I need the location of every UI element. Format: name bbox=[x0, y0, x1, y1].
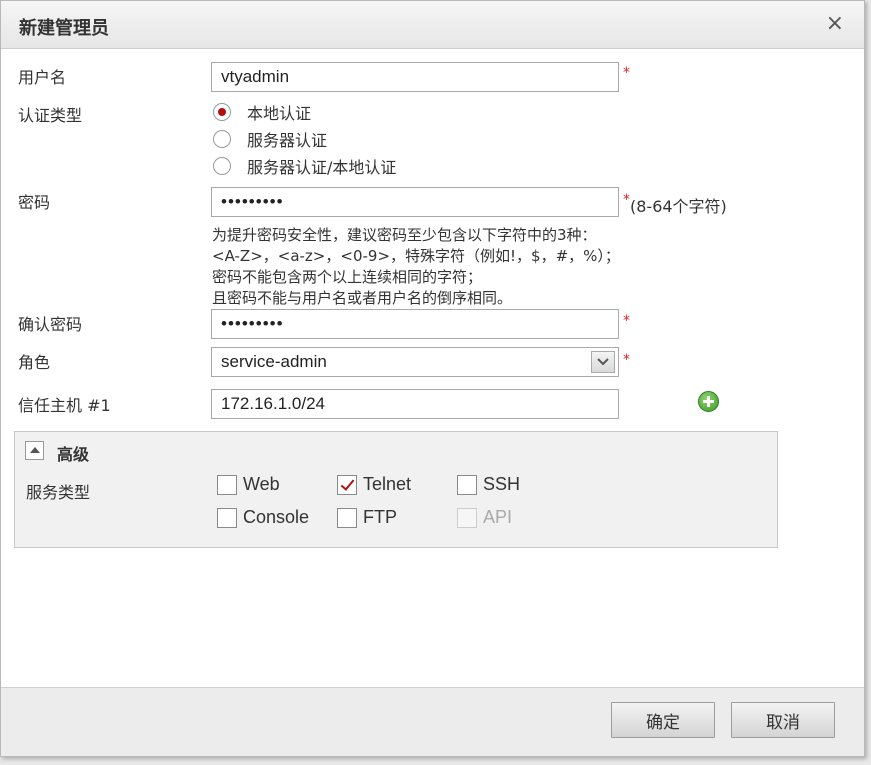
username-required-mark: * bbox=[623, 65, 630, 81]
dialog-footer: 确定 取消 bbox=[1, 688, 864, 756]
service-ssh-checkbox[interactable]: SSH bbox=[457, 474, 520, 495]
service-label: Console bbox=[243, 507, 310, 527]
role-select[interactable]: service-admin bbox=[211, 347, 619, 377]
radio-button[interactable] bbox=[213, 130, 231, 148]
auth-radio-local[interactable]: 本地认证 bbox=[213, 100, 311, 124]
role-select-value: service-admin bbox=[221, 352, 327, 371]
role-label: 角色 bbox=[18, 353, 51, 372]
service-label: API bbox=[483, 507, 513, 527]
confirm-password-required-mark: * bbox=[623, 313, 630, 329]
service-label: FTP bbox=[363, 507, 397, 527]
dialog-title: 新建管理员 bbox=[19, 18, 109, 39]
hint-line: 且密码不能与用户名或者用户名的倒序相同。 bbox=[212, 289, 513, 307]
advanced-section: 高级 服务类型 Web Telnet SSH Console FTP API bbox=[14, 431, 778, 548]
checkbox[interactable] bbox=[217, 507, 237, 528]
radio-button[interactable] bbox=[213, 157, 231, 175]
service-type-label: 服务类型 bbox=[26, 483, 91, 502]
hint-line: <A-Z>，<a-z>，<0-9>，特殊字符（例如!，$，#，%）； bbox=[212, 247, 620, 265]
dialog-body: 用户名 vtyadmin * 认证类型 本地认证 服务器认证 服务器认证/本地认… bbox=[1, 49, 864, 688]
advanced-title: 高级 bbox=[57, 445, 90, 464]
auth-option-label: 本地认证 bbox=[247, 104, 312, 123]
ok-button[interactable]: 确定 bbox=[611, 702, 715, 738]
new-admin-dialog: 新建管理员 × 用户名 vtyadmin * 认证类型 本地认证 服务器认证 服… bbox=[0, 0, 865, 757]
radio-button-checked[interactable] bbox=[213, 103, 231, 121]
auth-option-label: 服务器认证/本地认证 bbox=[247, 158, 397, 177]
password-label: 密码 bbox=[18, 193, 51, 212]
checkbox[interactable] bbox=[217, 474, 237, 495]
service-telnet-checkbox[interactable]: Telnet bbox=[337, 474, 411, 495]
collapse-up-icon[interactable] bbox=[25, 441, 44, 460]
service-label: Telnet bbox=[363, 474, 412, 494]
service-label: Web bbox=[243, 474, 280, 494]
confirm-password-input[interactable]: ••••••••• bbox=[211, 309, 619, 339]
trusted-host-label: 信任主机 #1 bbox=[18, 396, 111, 415]
hint-line: 密码不能包含两个以上连续相同的字符； bbox=[212, 268, 483, 286]
password-required-mark: * bbox=[623, 192, 630, 208]
auth-radio-server[interactable]: 服务器认证 bbox=[213, 127, 327, 151]
close-icon[interactable]: × bbox=[826, 12, 844, 36]
role-required-mark: * bbox=[623, 352, 630, 368]
cancel-button[interactable]: 取消 bbox=[731, 702, 835, 738]
password-input[interactable]: ••••••••• bbox=[211, 187, 619, 217]
service-api-checkbox: API bbox=[457, 507, 512, 528]
chevron-down-icon[interactable] bbox=[591, 351, 615, 373]
password-hint: 为提升密码安全性，建议密码至少包含以下字符中的3种： <A-Z>，<a-z>，<… bbox=[212, 225, 620, 309]
username-input[interactable]: vtyadmin bbox=[211, 62, 619, 92]
checkbox[interactable] bbox=[337, 507, 357, 528]
checkbox-disabled bbox=[457, 507, 477, 528]
hint-line: 为提升密码安全性，建议密码至少包含以下字符中的3种： bbox=[212, 226, 597, 244]
password-length-hint: (8-64个字符) bbox=[630, 197, 727, 216]
checkbox-checked[interactable] bbox=[337, 474, 357, 495]
service-web-checkbox[interactable]: Web bbox=[217, 474, 280, 495]
auth-radio-server-local[interactable]: 服务器认证/本地认证 bbox=[213, 154, 396, 178]
dialog-titlebar: 新建管理员 × bbox=[1, 1, 864, 49]
auth-option-label: 服务器认证 bbox=[247, 131, 328, 150]
service-label: SSH bbox=[483, 474, 521, 494]
confirm-password-label: 确认密码 bbox=[18, 315, 83, 334]
service-console-checkbox[interactable]: Console bbox=[217, 507, 309, 528]
auth-type-label: 认证类型 bbox=[18, 106, 83, 125]
username-label: 用户名 bbox=[18, 68, 67, 87]
service-ftp-checkbox[interactable]: FTP bbox=[337, 507, 397, 528]
plus-circle-icon[interactable] bbox=[698, 391, 719, 412]
checkbox[interactable] bbox=[457, 474, 477, 495]
trusted-host-input[interactable]: 172.16.1.0/24 bbox=[211, 389, 619, 419]
